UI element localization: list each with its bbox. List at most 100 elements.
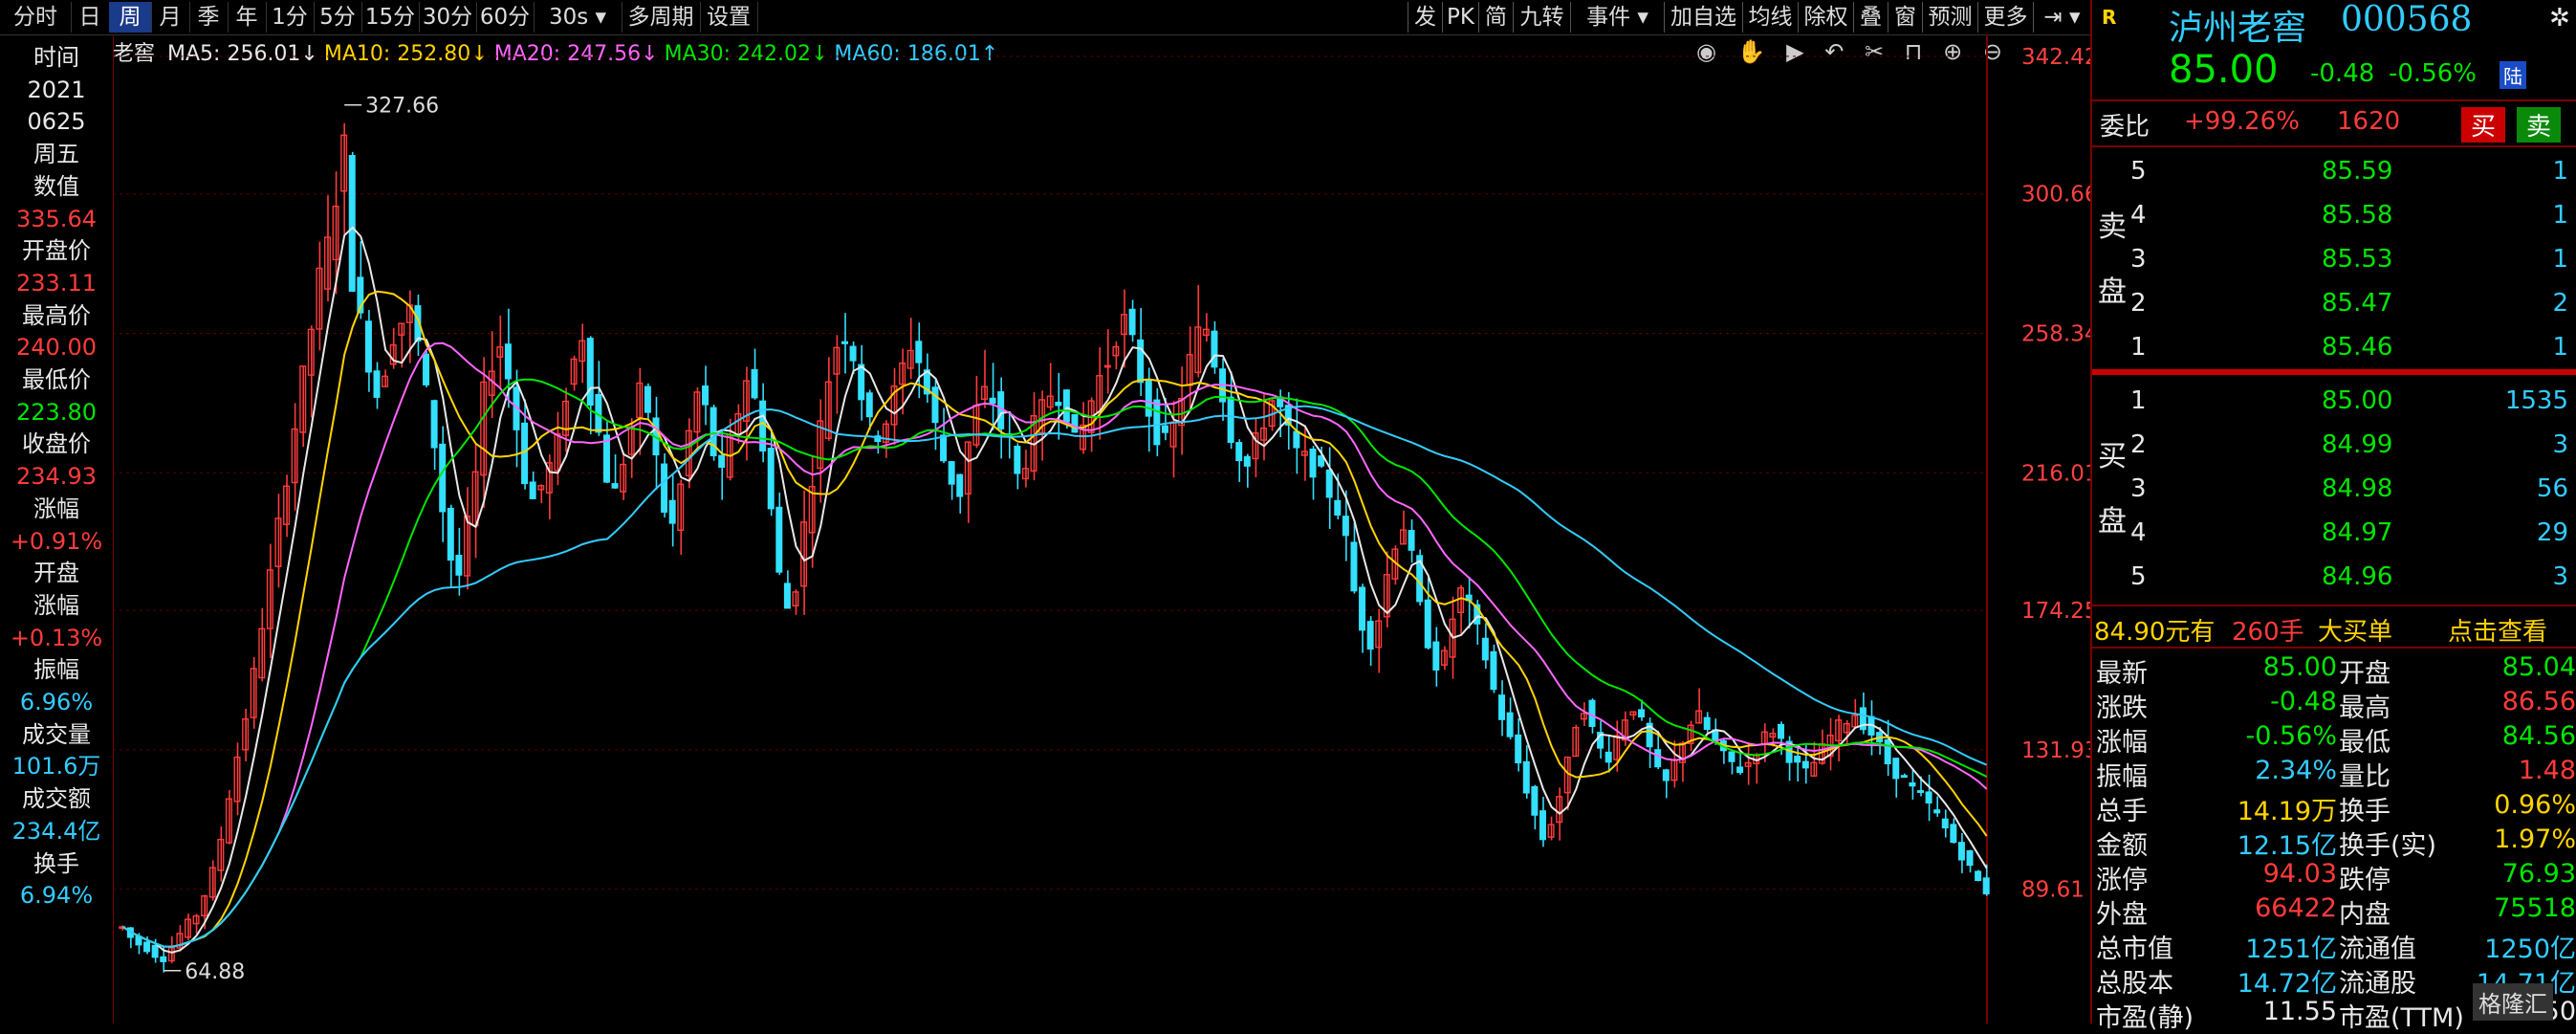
candle-body <box>1588 699 1596 727</box>
candle-body <box>1941 818 1949 829</box>
stock-code: 000568 <box>2341 0 2473 39</box>
candle-body <box>702 385 709 406</box>
candle-body <box>1909 781 1916 787</box>
ma-line-ma10 <box>121 290 1988 948</box>
period-tab-12[interactable]: 多周期 <box>622 2 701 33</box>
candle-body <box>1933 809 1941 814</box>
candle-body <box>865 392 873 418</box>
toolbar-action-3[interactable]: 九转 <box>1513 2 1571 33</box>
candle-body <box>143 941 151 953</box>
buy-level-5-lvl: 5 <box>2130 562 2147 591</box>
candle-body <box>1917 790 1924 793</box>
period-tab-1[interactable]: 日 <box>71 2 110 33</box>
cursor-info-panel: 时间 2021 0625 周五 数值 335.64 开盘价 233.11 最高价 240.00 最低… <box>0 34 114 1023</box>
big-order-price: 84.90元有 <box>2094 618 2216 647</box>
toolbar-action-5[interactable]: 加自选 <box>1664 2 1743 33</box>
toolbar-action-12[interactable]: ⇥ ▾ <box>2033 2 2091 33</box>
stat-1-k1: 涨跌 <box>2096 693 2148 723</box>
stat-0-k2: 开盘 <box>2339 659 2390 689</box>
period-tab-4[interactable]: 季 <box>189 2 229 33</box>
gear-icon[interactable]: ✲ <box>2549 4 2570 33</box>
y-tick-label-5: 131.93 <box>2021 738 2090 763</box>
candle-body <box>668 499 676 524</box>
buy-level-1-price: 85.00 <box>2322 386 2393 415</box>
candle-body <box>1925 791 1932 803</box>
period-tab-7[interactable]: 5分 <box>314 2 362 33</box>
buy-level-2-vol: 3 <box>2552 430 2568 459</box>
toolbar-action-10[interactable]: 预测 <box>1922 2 1978 33</box>
candle-body <box>1703 716 1711 731</box>
toolbar-action-8[interactable]: 叠 <box>1853 2 1888 33</box>
sell-level-4-vol: 1 <box>2552 201 2568 230</box>
toolbar-action-4[interactable]: 事件 ▾ <box>1570 2 1665 33</box>
period-tab-0[interactable]: 分时 <box>0 2 72 33</box>
sell-level-1-lvl: 1 <box>2130 333 2147 362</box>
last-price: 85.00 <box>2169 48 2279 92</box>
toolbar-action-2[interactable]: 简 <box>1478 2 1514 33</box>
period-tab-2[interactable]: 周 <box>109 2 152 33</box>
candle-body <box>1145 379 1152 417</box>
candle-body <box>1481 637 1489 661</box>
period-tab-10[interactable]: 60分 <box>476 2 535 33</box>
info-row-17: 涨幅 <box>33 591 79 619</box>
candle-body <box>989 397 996 405</box>
period-tab-5[interactable]: 年 <box>228 2 267 33</box>
period-tab-3[interactable]: 月 <box>151 2 190 33</box>
sell-side-label-1: 卖 <box>2098 210 2127 244</box>
period-tab-6[interactable]: 1分 <box>266 2 315 33</box>
info-row-11: 223.80 <box>16 398 97 426</box>
candle-body <box>1408 530 1415 551</box>
stat-5-v1: 12.15亿 <box>2237 831 2337 861</box>
big-order-link[interactable]: 点击查看 <box>2448 612 2547 648</box>
stat-0-k1: 最新 <box>2096 659 2148 689</box>
stat-8-v2: 1250亿 <box>2484 935 2576 964</box>
kline-chart[interactable]: 342.42 300.66 258.34 216.01 174.25 131.93 89.6… <box>113 34 2090 1023</box>
period-tab-9[interactable]: 30分 <box>419 2 477 33</box>
candle-body <box>1778 723 1785 739</box>
info-row-23: 成交额 <box>22 785 91 813</box>
candle-body <box>1342 516 1349 537</box>
candle-body <box>1153 399 1161 446</box>
weibi-label: 委比 <box>2100 113 2150 142</box>
stat-7-k2: 内盘 <box>2339 900 2390 930</box>
candle-body <box>1982 877 1990 895</box>
buy-button[interactable]: 买 <box>2461 107 2506 143</box>
candle-body <box>151 944 159 958</box>
buy-level-4-vol: 29 <box>2536 518 2568 547</box>
stat-2-k1: 涨幅 <box>2096 728 2148 758</box>
sell-level-5-vol: 1 <box>2552 157 2568 186</box>
sell-button[interactable]: 卖 <box>2517 107 2562 143</box>
candle-body <box>644 385 651 413</box>
candle-body <box>1892 758 1900 780</box>
info-row-10: 最低价 <box>22 366 91 393</box>
toolbar-action-9[interactable]: 窗 <box>1888 2 1923 33</box>
toolbar-action-7[interactable]: 除权 <box>1798 2 1854 33</box>
stat-3-k1: 振幅 <box>2096 762 2148 792</box>
sell-level-5-lvl: 5 <box>2130 157 2147 186</box>
candle-body <box>455 555 463 576</box>
big-order-hand: 260手 <box>2232 618 2304 647</box>
toolbar-action-0[interactable]: 发 <box>1408 2 1443 33</box>
period-tab-11[interactable]: 30s ▾ <box>534 2 622 33</box>
period-tab-13[interactable]: 设置 <box>700 2 758 33</box>
candle-body <box>529 481 536 499</box>
candle-body <box>1900 775 1908 779</box>
candle-body <box>1325 469 1333 498</box>
candle-body <box>1424 599 1431 649</box>
toolbar-action-6[interactable]: 均线 <box>1742 2 1799 33</box>
y-tick-label-6: 89.61 <box>2021 878 2085 903</box>
candle-body <box>1728 751 1736 762</box>
sell-level-3-price: 85.53 <box>2322 245 2393 274</box>
period-tab-8[interactable]: 15分 <box>361 2 420 33</box>
candle-body <box>1794 756 1801 763</box>
info-row-1: 2021 <box>27 76 86 103</box>
candle-body <box>1243 455 1251 467</box>
info-row-24: 234.4亿 <box>11 817 101 845</box>
candle-body <box>1662 769 1670 781</box>
stat-3-v1: 2.34% <box>2255 756 2337 785</box>
candle-body <box>1334 499 1342 516</box>
toolbar-action-1[interactable]: PK <box>1442 2 1479 33</box>
candle-body <box>841 341 849 344</box>
sell-level-2-vol: 2 <box>2552 289 2568 318</box>
toolbar-action-11[interactable]: 更多 <box>1977 2 2034 33</box>
